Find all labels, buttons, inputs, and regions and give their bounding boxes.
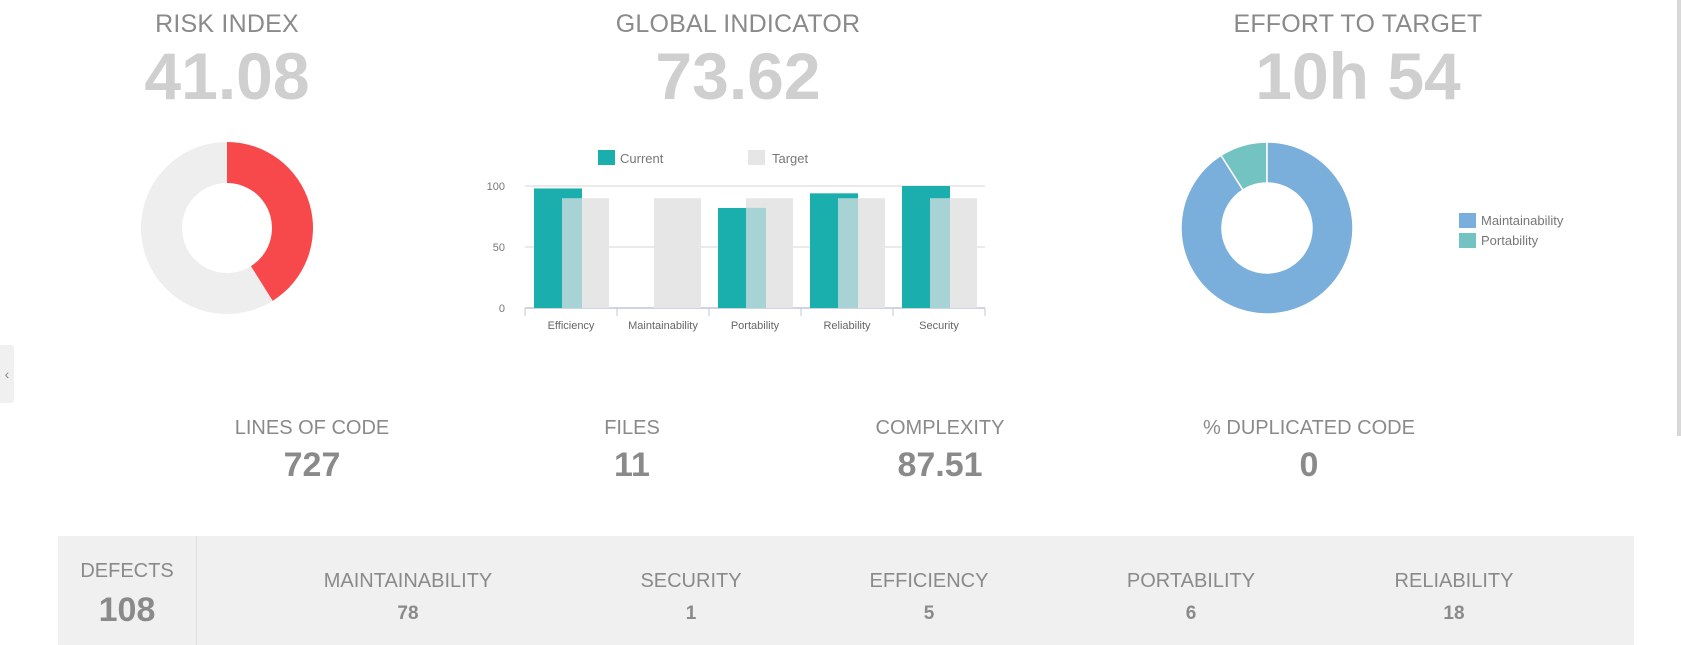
defect-category-label: RELIABILITY: [1394, 570, 1514, 592]
collapse-sidebar-tab[interactable]: ‹: [0, 345, 14, 403]
pie-slice-maintainability[interactable]: [1180, 141, 1354, 315]
metric-value: 0: [1299, 446, 1319, 484]
effort-to-target-panel: EFFORT TO TARGET 10h 54: [1208, 10, 1508, 109]
x-tick-label: Reliability: [823, 320, 871, 332]
defects-efficiency[interactable]: EFFICIENCY 5: [819, 570, 1039, 625]
bar-overlap: [562, 198, 582, 308]
risk-index-title: RISK INDEX: [155, 10, 299, 38]
metric-title: % DUPLICATED CODE: [1203, 417, 1415, 439]
defects-total: DEFECTS 108: [58, 536, 197, 645]
x-tick-label: Efficiency: [548, 320, 595, 332]
metric-value: 87.51: [897, 446, 983, 484]
chevron-left-icon: ‹: [4, 366, 10, 382]
scrollbar[interactable]: [1677, 0, 1681, 436]
defects-reliability[interactable]: RELIABILITY 18: [1344, 570, 1564, 625]
y-tick-label: 0: [499, 303, 505, 315]
y-tick-label: 50: [493, 242, 505, 254]
defect-category-label: MAINTAINABILITY: [323, 570, 493, 592]
legend-item-maintainability[interactable]: Maintainability: [1459, 210, 1563, 230]
y-tick-label: 100: [487, 181, 505, 193]
metric-title: COMPLEXITY: [875, 417, 1005, 439]
bar-overlap: [746, 207, 766, 308]
legend-target-label[interactable]: Target: [772, 151, 809, 166]
defect-category-label: EFFICIENCY: [869, 570, 989, 592]
defect-category-value: 78: [397, 603, 419, 624]
bar-overlap: [930, 198, 950, 308]
risk-index-panel: RISK INDEX 41.08: [112, 10, 342, 109]
defects-portability[interactable]: PORTABILITY 6: [1081, 570, 1301, 625]
defect-category-value: 18: [1443, 603, 1465, 624]
legend-item-portability[interactable]: Portability: [1459, 230, 1563, 250]
x-tick-label: Security: [919, 320, 959, 332]
defects-total-value: 108: [98, 591, 156, 629]
defects-total-label: DEFECTS: [80, 560, 174, 582]
bar-overlap: [838, 198, 858, 308]
metric-value: 727: [283, 446, 341, 484]
metric-files: FILES 11: [552, 417, 712, 485]
defects-summary: DEFECTS 108 MAINTAINABILITY 78 SECURITY …: [58, 536, 1634, 645]
x-tick-label: Portability: [731, 320, 780, 332]
legend-label: Portability: [1481, 232, 1539, 248]
legend-target-swatch: [748, 150, 765, 165]
risk-index-donut: [141, 142, 313, 314]
defect-category-value: 1: [685, 603, 697, 624]
defect-category-value: 5: [923, 603, 935, 624]
global-indicator-bar-chart: Current Target 0 50 100 Efficiency Maintainabi…: [487, 150, 986, 332]
global-indicator-title: GLOBAL INDICATOR: [615, 10, 861, 38]
legend-current-swatch: [598, 150, 615, 165]
metric-title: FILES: [604, 417, 660, 439]
effort-to-target-title: EFFORT TO TARGET: [1233, 10, 1483, 38]
metric-duplicated-code: % DUPLICATED CODE 0: [1184, 417, 1434, 485]
defects-maintainability[interactable]: MAINTAINABILITY 78: [298, 570, 518, 625]
legend-swatch: [1459, 212, 1476, 228]
bar-target[interactable]: [654, 198, 701, 308]
legend-current-label[interactable]: Current: [620, 151, 664, 166]
effort-donut-chart: [1180, 141, 1354, 315]
effort-to-target-value: 10h 54: [1255, 39, 1461, 113]
defect-category-label: SECURITY: [640, 570, 742, 592]
metric-complexity: COMPLEXITY 87.51: [840, 417, 1040, 485]
defect-category-label: PORTABILITY: [1126, 570, 1256, 592]
metric-lines-of-code: LINES OF CODE 727: [212, 417, 412, 485]
effort-legend: Maintainability Portability: [1459, 210, 1563, 250]
x-tick-label: Maintainability: [628, 320, 698, 332]
metric-title: LINES OF CODE: [234, 417, 390, 439]
global-indicator-panel: GLOBAL INDICATOR 73.62: [588, 10, 888, 109]
global-indicator-value: 73.62: [655, 39, 821, 113]
legend-swatch: [1459, 232, 1476, 248]
risk-index-value: 41.08: [144, 39, 310, 113]
defect-category-value: 6: [1185, 603, 1197, 624]
defects-security[interactable]: SECURITY 1: [581, 570, 801, 625]
metric-value: 11: [614, 446, 650, 484]
legend-label: Maintainability: [1481, 212, 1564, 228]
